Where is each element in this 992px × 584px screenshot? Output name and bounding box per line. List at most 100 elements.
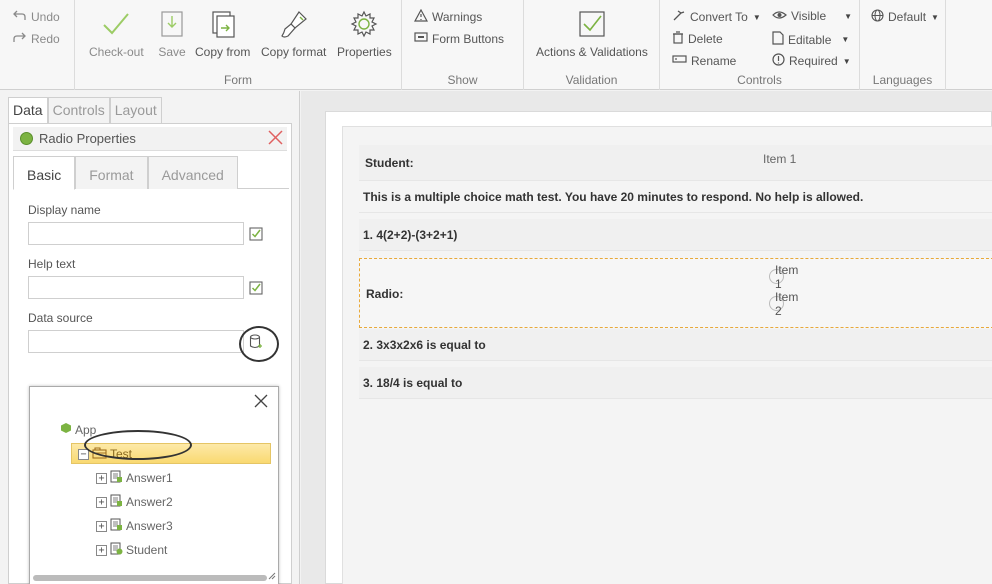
chevron-down-icon: ▼ (844, 11, 853, 21)
required-dropdown[interactable]: Required ▼ (772, 53, 851, 69)
close-icon[interactable] (254, 394, 268, 411)
tree-node-answer3[interactable]: + Answer3 (96, 518, 173, 534)
radio-option-label: Item 2 (775, 289, 799, 318)
copy-from-icon (207, 8, 239, 40)
validation-check-icon (576, 8, 608, 40)
paintbrush-icon (278, 8, 310, 40)
field-icon (110, 470, 123, 486)
rename-icon (672, 53, 687, 68)
data-source-input[interactable] (28, 330, 244, 353)
display-name-input[interactable] (28, 222, 244, 245)
resize-grip-icon[interactable] (268, 569, 276, 583)
languages-group-label: Languages (872, 73, 933, 87)
undo-icon (12, 9, 27, 24)
edit-page-icon (772, 31, 784, 48)
checkbox-icon[interactable] (249, 227, 263, 241)
redo-icon (12, 31, 27, 46)
app-cube-icon (60, 422, 72, 437)
radio-control-selected[interactable]: Radio: Item 1 Item 2 (359, 258, 992, 328)
tree-node-answer2[interactable]: + Answer2 (96, 494, 173, 510)
languages-group: Default ▼ Languages (860, 0, 946, 90)
actions-validations-button[interactable]: Actions & Validations (536, 8, 648, 59)
form-buttons-toggle[interactable]: Form Buttons (414, 31, 504, 46)
question-3-label: 3. 18/4 is equal to (363, 376, 463, 390)
undo-label: Undo (31, 9, 60, 24)
help-text-input[interactable] (28, 276, 244, 299)
save-button[interactable]: Save (156, 8, 188, 59)
question-1-row[interactable]: 1. 4(2+2)-(3+2+1) (359, 219, 992, 251)
rename-label: Rename (691, 53, 737, 68)
tab-data[interactable]: Data (8, 97, 48, 123)
tab-basic[interactable]: Basic (13, 156, 76, 190)
tree-node-app[interactable]: App (60, 422, 96, 437)
tree-node-test[interactable]: − Test (78, 446, 132, 462)
convert-icon (672, 9, 686, 25)
convert-to-label: Convert To (690, 10, 748, 24)
close-icon[interactable] (267, 129, 284, 149)
question-1-label: 1. 4(2+2)-(3+2+1) (363, 228, 458, 242)
warnings-toggle[interactable]: Warnings (413, 8, 482, 25)
tab-layout[interactable]: Layout (109, 97, 162, 123)
expand-icon[interactable]: + (96, 544, 107, 556)
student-row[interactable]: Student: Item 1 (359, 145, 992, 181)
chevron-down-icon: ▼ (931, 12, 939, 22)
question-2-row[interactable]: 2. 3x3x2x6 is equal to (359, 329, 992, 361)
convert-to-button[interactable]: Convert To ▼ (672, 9, 761, 25)
properties-button[interactable]: Properties (337, 8, 392, 59)
database-icon[interactable] (249, 334, 263, 350)
ribbon: Undo Redo Check-out Save Copy from Copy … (0, 0, 992, 90)
gear-icon (348, 8, 380, 40)
display-name-label: Display name (28, 203, 101, 217)
redo-button[interactable]: Redo (12, 31, 60, 46)
question-3-row[interactable]: 3. 18/4 is equal to (359, 367, 992, 399)
properties-label: Properties (337, 45, 392, 59)
globe-icon (871, 9, 884, 25)
redo-label: Redo (31, 31, 60, 46)
field-icon (110, 518, 123, 534)
copy-from-button[interactable]: Copy from (195, 8, 250, 59)
tree-label: Answer3 (126, 519, 173, 533)
tree-label: Student (126, 543, 168, 557)
language-dropdown[interactable]: Default ▼ (871, 9, 939, 25)
visible-dropdown[interactable]: Visible ▼ (772, 9, 852, 23)
expand-icon[interactable]: + (96, 472, 107, 484)
expand-icon[interactable]: + (96, 520, 107, 532)
language-label: Default (888, 10, 927, 24)
collapse-icon[interactable]: − (78, 448, 89, 460)
form-buttons-label: Form Buttons (432, 31, 505, 46)
help-text-label: Help text (28, 257, 76, 271)
radio-option-2[interactable]: Item 2 (769, 290, 798, 318)
save-icon (156, 8, 188, 40)
delete-label: Delete (688, 32, 723, 46)
tab-format[interactable]: Format (75, 156, 148, 189)
validation-group: Actions & Validations Validation (524, 0, 660, 90)
tab-controls[interactable]: Controls (47, 97, 110, 123)
delete-button[interactable]: Delete (672, 31, 723, 47)
form-canvas: Student: Item 1 This is a multiple choic… (301, 91, 992, 584)
question-2-label: 2. 3x3x2x6 is equal to (363, 338, 486, 352)
tree-node-student[interactable]: + Student (96, 542, 167, 558)
editable-dropdown[interactable]: Editable ▼ (772, 31, 849, 48)
radio-option-1[interactable]: Item 1 (769, 263, 798, 291)
checkbox-icon[interactable] (249, 281, 263, 295)
horizontal-scrollbar[interactable] (33, 575, 267, 581)
expand-icon[interactable]: + (96, 496, 107, 508)
checkout-button[interactable]: Check-out (89, 8, 144, 59)
properties-subtabs: Basic Format Advanced (13, 156, 289, 190)
trash-icon (672, 31, 684, 47)
folder-icon (92, 446, 107, 462)
checkmark-icon (100, 8, 132, 40)
show-group-label: Show (447, 73, 478, 87)
intro-row: This is a multiple choice math test. You… (359, 181, 992, 213)
tab-advanced[interactable]: Advanced (147, 156, 238, 189)
undo-button[interactable]: Undo (12, 9, 60, 24)
show-group: Warnings Form Buttons Show (402, 0, 524, 90)
validation-group-label: Validation (565, 73, 618, 87)
data-source-tree-popup: App − Test + Answer1 + Answer2 + Answer3… (29, 386, 279, 584)
tree-label: Answer1 (126, 471, 173, 485)
radio-option-label: Item 1 (775, 262, 799, 291)
tree-node-answer1[interactable]: + Answer1 (96, 470, 173, 486)
eye-icon (772, 9, 787, 23)
rename-button[interactable]: Rename (672, 53, 736, 68)
copy-format-button[interactable]: Copy format (261, 8, 326, 59)
